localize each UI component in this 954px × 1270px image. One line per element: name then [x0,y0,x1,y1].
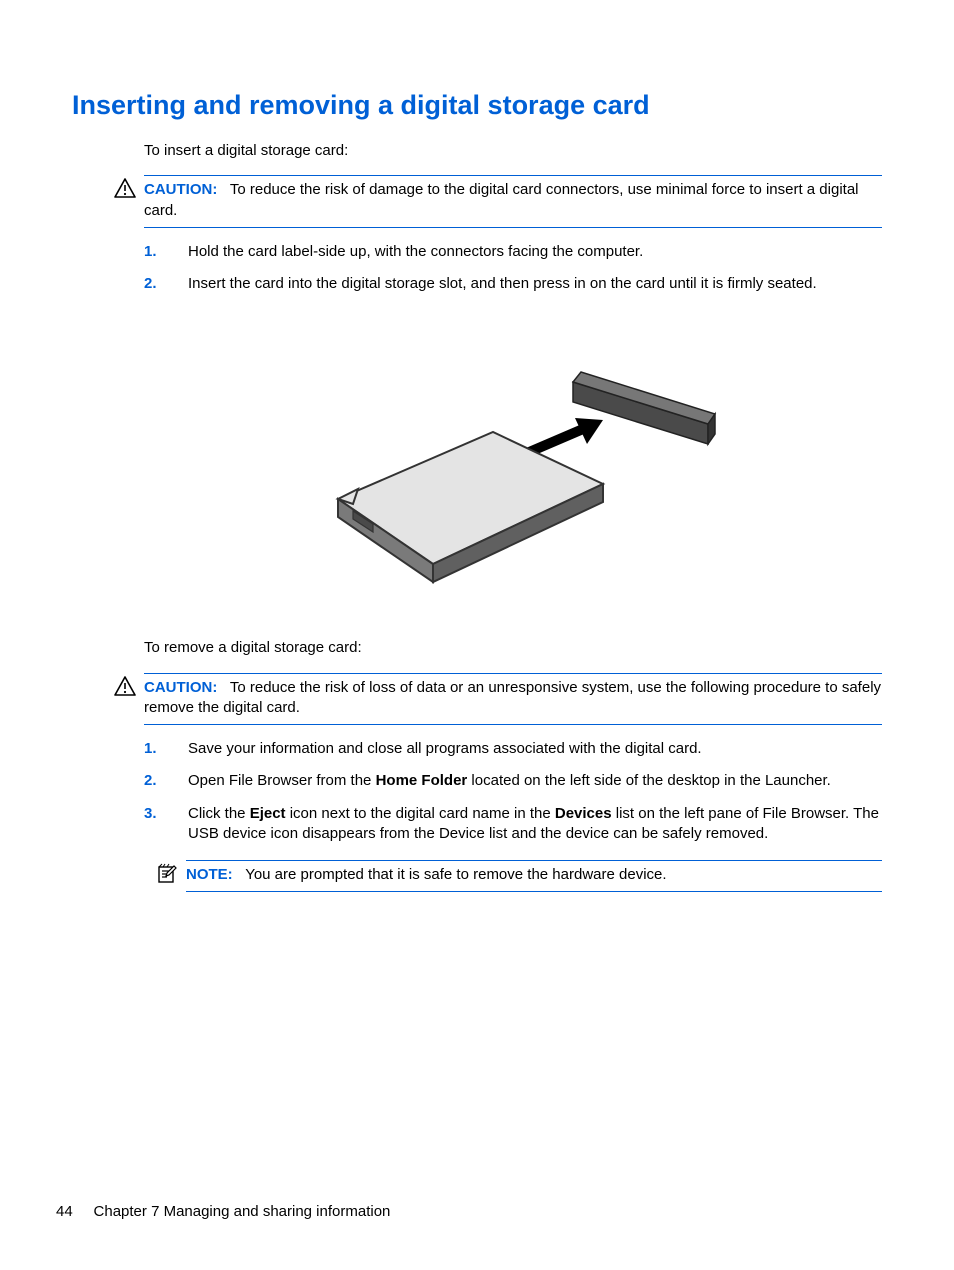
document-page: Inserting and removing a digital storage… [0,0,954,1270]
page-footer: 44 Chapter 7 Managing and sharing inform… [56,1203,390,1220]
note-box: NOTE: You are prompted that it is safe t… [186,860,882,892]
note-label: NOTE: [186,866,233,883]
caution-label: CAUTION: [144,679,217,696]
sd-card-illustration [144,324,882,608]
chapter-title: Chapter 7 Managing and sharing informati… [94,1203,391,1220]
step-number: 1. [144,242,188,262]
list-item: 1. Save your information and close all p… [144,739,882,759]
list-item: 3. Click the Eject icon next to the digi… [144,804,882,845]
note-text: You are prompted that it is safe to remo… [245,866,666,883]
list-item: 2. Open File Browser from the Home Folde… [144,771,882,791]
caution-text: To reduce the risk of damage to the digi… [144,181,859,218]
step-number: 2. [144,771,188,791]
insert-intro-text: To insert a digital storage card: [144,141,882,161]
step-text: Save your information and close all prog… [188,739,882,759]
caution-icon [114,178,136,204]
step-number: 1. [144,739,188,759]
step-text: Hold the card label-side up, with the co… [188,242,882,262]
page-title: Inserting and removing a digital storage… [72,90,882,121]
step-number: 3. [144,804,188,824]
remove-steps-list: 1. Save your information and close all p… [144,739,882,844]
step-text: Click the Eject icon next to the digital… [188,804,882,845]
caution-text: To reduce the risk of loss of data or an… [144,679,881,716]
step-number: 2. [144,274,188,294]
insert-steps-list: 1. Hold the card label-side up, with the… [144,242,882,295]
caution-box-2: CAUTION: To reduce the risk of loss of d… [144,673,882,726]
content-block: To insert a digital storage card: CAUTIO… [144,141,882,892]
caution-label: CAUTION: [144,181,217,198]
caution-icon [114,676,136,702]
step-text: Insert the card into the digital storage… [188,274,882,294]
step-text: Open File Browser from the Home Folder l… [188,771,882,791]
remove-intro-text: To remove a digital storage card: [144,638,882,658]
caution-box-1: CAUTION: To reduce the risk of damage to… [144,175,882,228]
page-number: 44 [56,1203,73,1220]
note-icon [156,863,178,891]
list-item: 1. Hold the card label-side up, with the… [144,242,882,262]
list-item: 2. Insert the card into the digital stor… [144,274,882,294]
